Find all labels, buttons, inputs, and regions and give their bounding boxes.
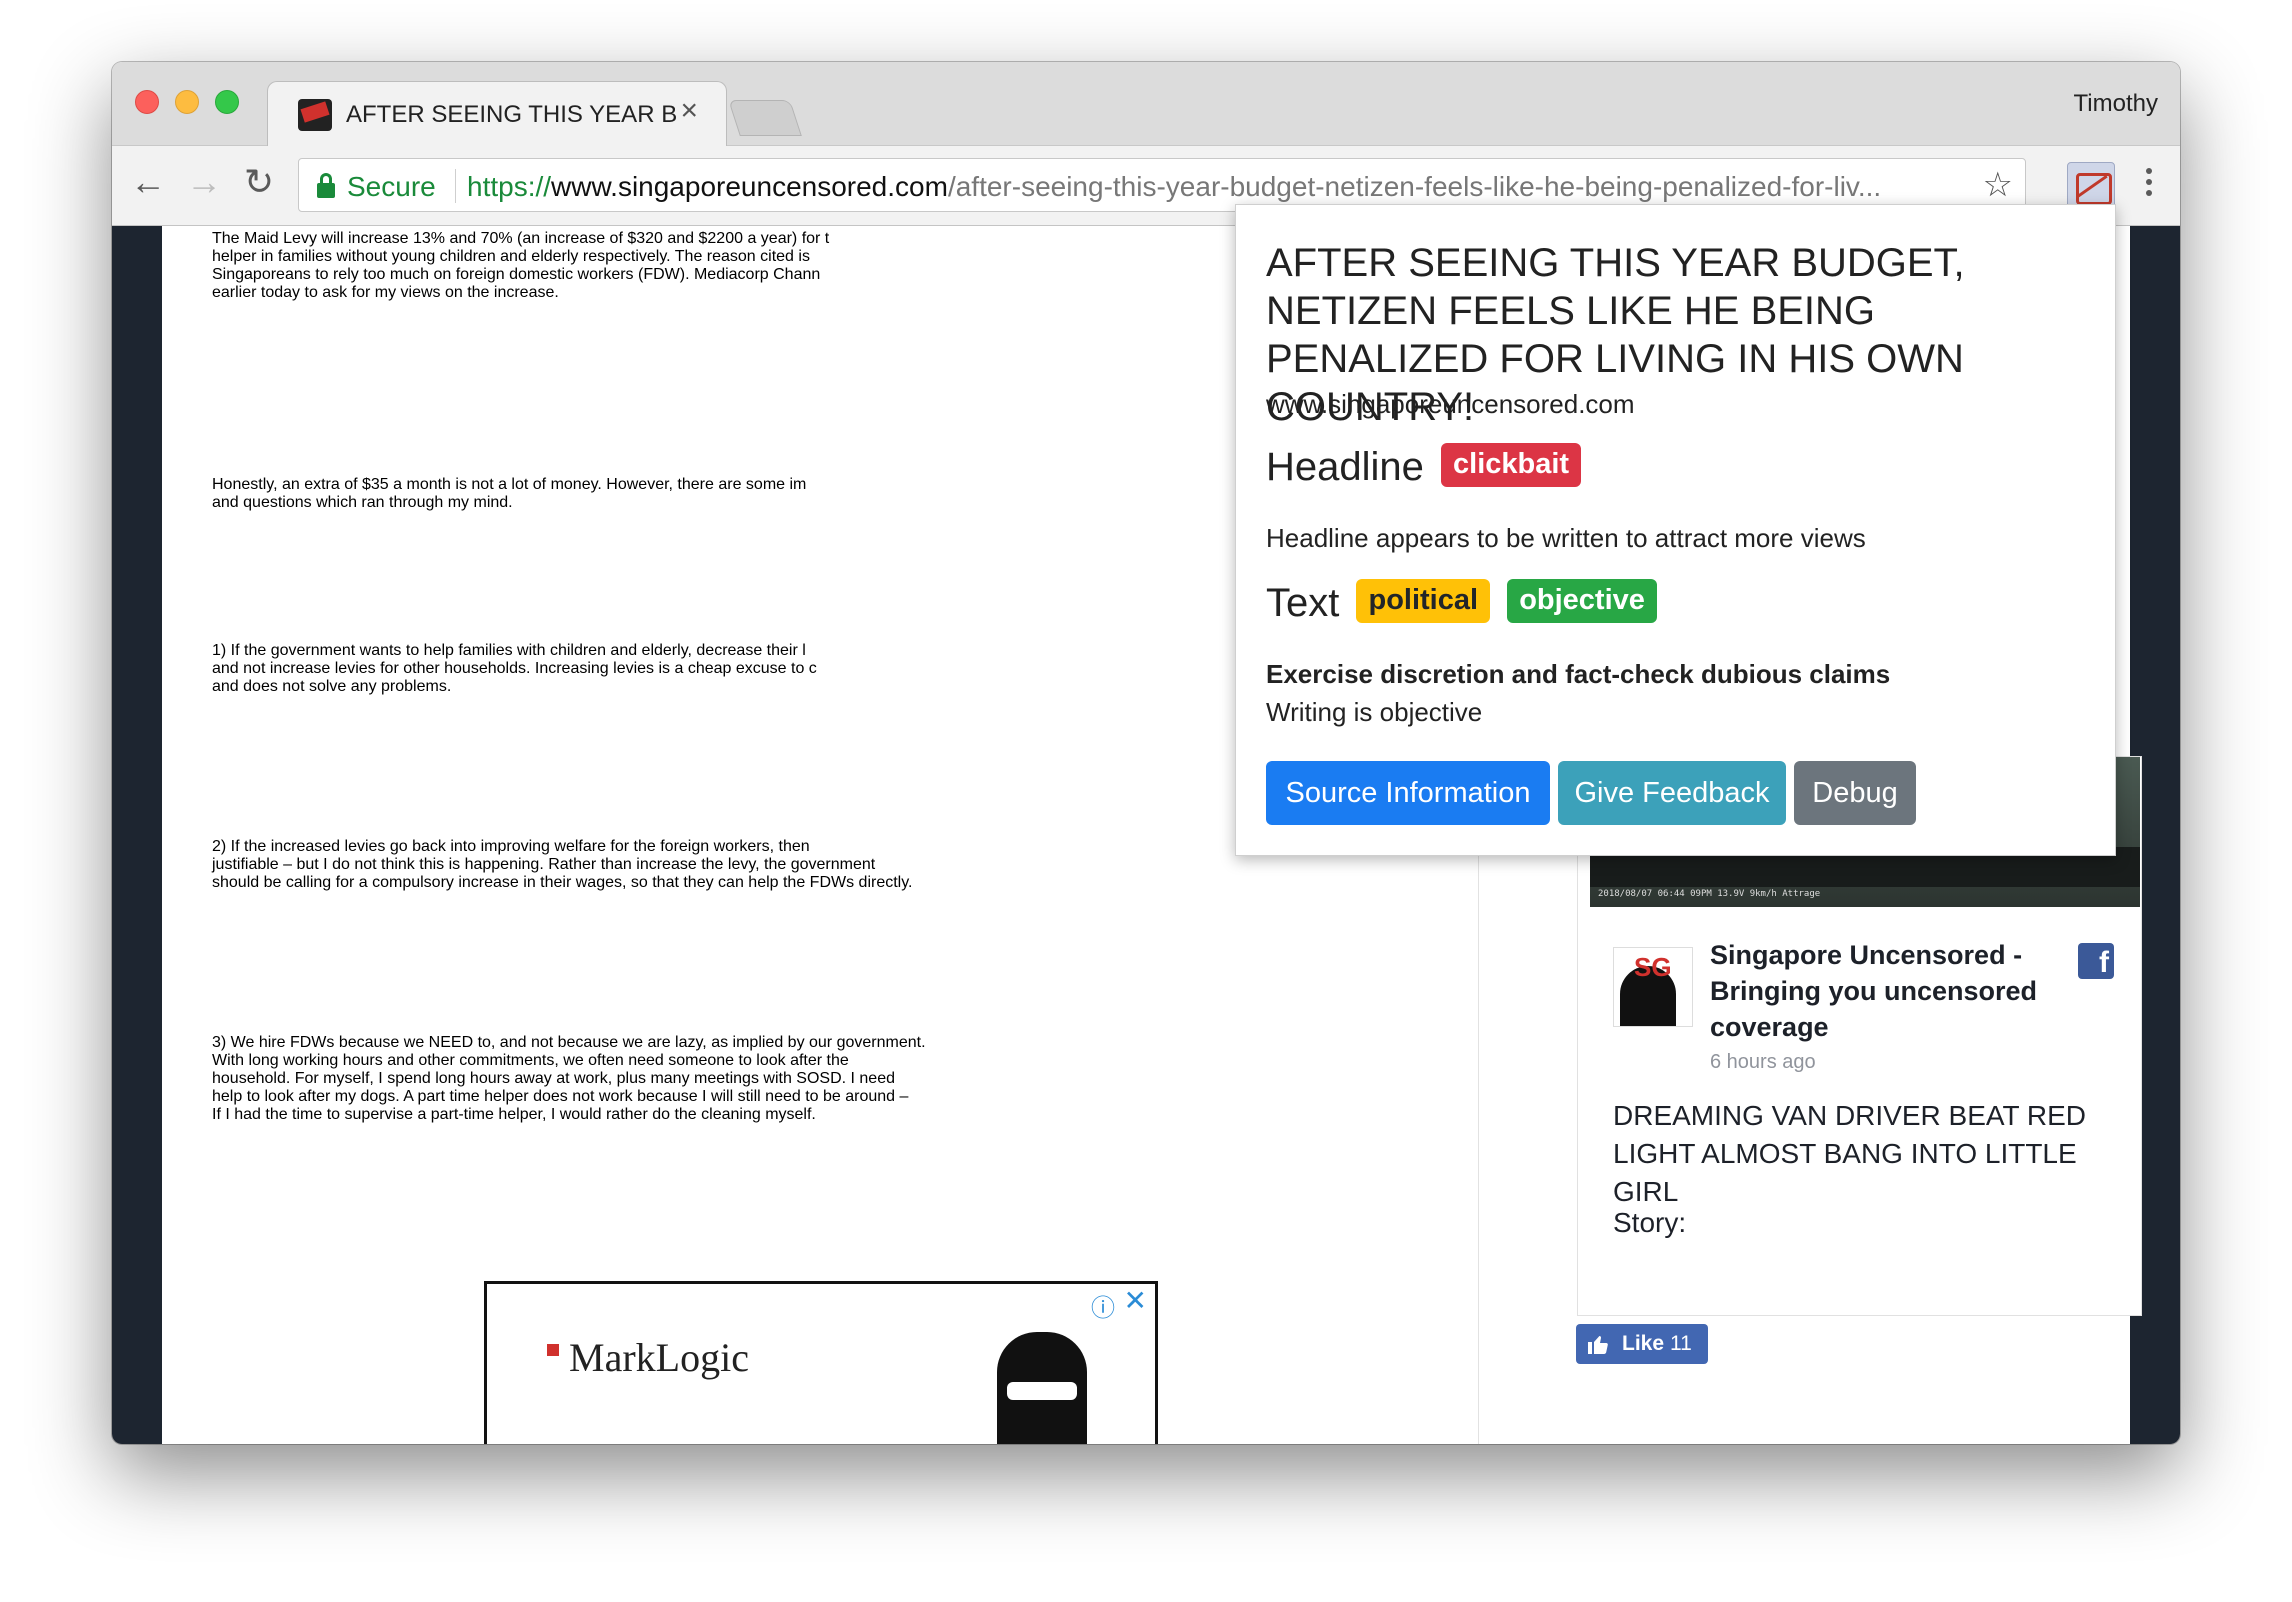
debug-button[interactable]: Debug: [1794, 761, 1916, 825]
forward-arrow-icon[interactable]: →: [186, 164, 222, 200]
video-timestamp: 2018/08/07 06:44 09PM 13.9V 9km/h Attrag…: [1598, 889, 1821, 899]
url-host: www.singaporeuncensored.com: [551, 171, 948, 202]
facebook-page-name[interactable]: Singapore Uncensored - Bringing you unce…: [1710, 937, 2070, 1045]
advertisement[interactable]: MarkLogic ⓘ ✕: [484, 1281, 1158, 1444]
ad-close-icon[interactable]: ✕: [1124, 1284, 1147, 1317]
secure-label: Secure: [347, 171, 436, 202]
article-line: should be calling for a compulsory incre…: [212, 874, 913, 891]
facebook-post-text: DREAMING VAN DRIVER BEAT RED LIGHT ALMOS…: [1613, 1100, 2086, 1207]
popup-source-domain: www.singaporeuncensored.com: [1266, 389, 1635, 419]
window-close-button[interactable]: [135, 90, 159, 114]
browser-tab[interactable]: AFTER SEEING THIS YEAR BUDGET ×: [267, 81, 727, 147]
facebook-story-label: Story:: [1613, 1207, 1687, 1238]
headline-note: Headline appears to be written to attrac…: [1266, 523, 1866, 553]
reload-icon[interactable]: ↻: [244, 164, 274, 200]
window-minimize-button[interactable]: [175, 90, 199, 114]
lock-icon: [317, 173, 335, 199]
text-heading: Text: [1266, 581, 1340, 625]
profile-name[interactable]: Timothy: [2074, 90, 2158, 118]
article-line: If I had the time to supervise a part-ti…: [212, 1106, 816, 1123]
headline-heading: Headline: [1266, 445, 1424, 489]
extension-icon[interactable]: [2067, 162, 2115, 210]
article-line: help to look after my dogs. A part time …: [212, 1088, 909, 1105]
text-note: Writing is objective: [1266, 697, 1483, 727]
back-arrow-icon[interactable]: ←: [130, 164, 166, 200]
article-line: 3) We hire FDWs because we NEED to, and …: [212, 1034, 926, 1051]
give-feedback-button[interactable]: Give Feedback: [1558, 761, 1786, 825]
url-scheme: https://: [467, 171, 552, 202]
window-maximize-button[interactable]: [215, 90, 239, 114]
clickbait-badge: clickbait: [1441, 443, 1582, 488]
article-paragraph: 3) We hire FDWs because we NEED to, and …: [212, 1034, 1462, 1124]
browser-window: AFTER SEEING THIS YEAR BUDGET × Timothy …: [112, 62, 2180, 1444]
extension-popup: AFTER SEEING THIS YEAR BUDGET, NETIZEN F…: [1235, 204, 2116, 856]
political-badge: political: [1356, 579, 1491, 624]
ad-brand-logo: MarkLogic: [547, 1334, 749, 1381]
ad-info-icon[interactable]: ⓘ: [1091, 1288, 1115, 1323]
headline-section: Headline clickbait: [1266, 443, 1582, 491]
tab-title: AFTER SEEING THIS YEAR BUDGET: [346, 101, 676, 128]
post-time[interactable]: 6 hours ago: [1710, 1051, 1816, 1074]
text-section: Text political objective: [1266, 579, 1657, 627]
facebook-like-button[interactable]: Like 11: [1576, 1324, 1708, 1364]
source-information-button[interactable]: Source Information: [1266, 761, 1550, 825]
ad-brand-text: MarkLogic: [569, 1335, 749, 1380]
new-tab-button[interactable]: [728, 100, 802, 136]
url-text[interactable]: https://www.singaporeuncensored.com/afte…: [467, 171, 1967, 203]
site-favicon-icon: [298, 99, 332, 131]
thumbs-up-icon: [1588, 1336, 1608, 1354]
article-line: justifiable – but I do not think this is…: [212, 856, 876, 873]
address-separator: [455, 169, 456, 203]
objective-badge: objective: [1507, 579, 1657, 624]
facebook-logo-icon[interactable]: f: [2078, 943, 2114, 979]
title-bar: AFTER SEEING THIS YEAR BUDGET × Timothy: [112, 62, 2180, 147]
url-path: /after-seeing-this-year-budget-netizen-f…: [947, 171, 1882, 202]
bookmark-star-icon[interactable]: ☆: [1983, 165, 2013, 205]
facebook-page-avatar[interactable]: [1613, 947, 1693, 1027]
tab-close-icon[interactable]: ×: [680, 96, 698, 126]
like-count: 11: [1670, 1332, 1692, 1355]
text-warning: Exercise discretion and fact-check dubio…: [1266, 659, 1891, 689]
ad-ninja-image: [997, 1332, 1087, 1444]
like-label: Like: [1622, 1332, 1665, 1355]
article-line: With long working hours and other commit…: [212, 1052, 849, 1069]
more-menu-icon[interactable]: [2146, 168, 2152, 204]
article-line: household. For myself, I spend long hour…: [212, 1070, 895, 1087]
